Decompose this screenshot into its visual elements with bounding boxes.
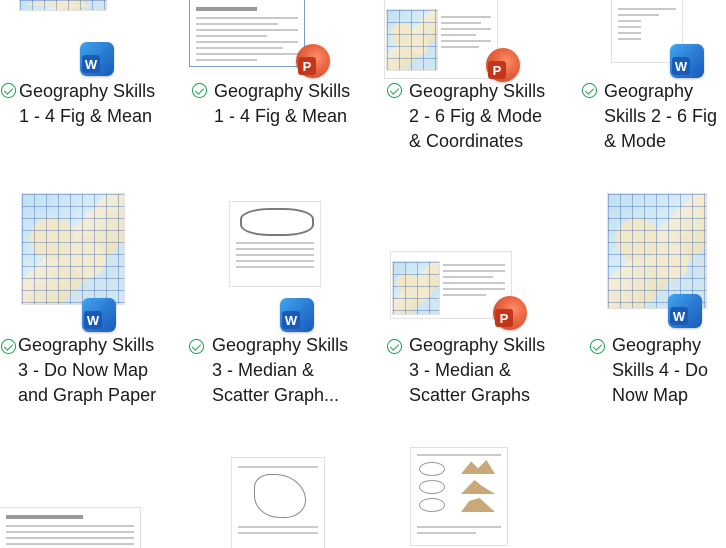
file-thumbnail: [230, 202, 320, 286]
word-icon: W: [80, 42, 114, 76]
file-thumbnail: [22, 194, 124, 304]
check-circle-icon: [1, 339, 16, 354]
file-tile[interactable]: W Geography Skills 4 - Do Now Map: [580, 190, 726, 440]
word-icon: W: [668, 294, 702, 328]
file-tile[interactable]: W Geography Skills 1 - 4 Fig & Mean: [0, 0, 180, 180]
file-tile[interactable]: W Geography Skills 2 - 6 Fig & Mode: [580, 0, 726, 180]
powerpoint-icon: P: [493, 296, 527, 330]
check-circle-icon: [192, 83, 207, 98]
file-thumbnail: [608, 194, 706, 308]
check-circle-icon: [1, 83, 16, 98]
file-tile[interactable]: P Geography Skills 3 - Median & Scatter …: [385, 190, 575, 440]
file-thumbnail: [411, 448, 507, 545]
file-name: Geography Skills 3 - Median & Scatter Gr…: [409, 335, 546, 405]
file-name: Geography Skills 2 - 6 Fig & Mode: [604, 81, 718, 151]
file-tile[interactable]: P Geography Skills 2 - 6 Fig & Mode & Co…: [385, 0, 575, 180]
check-circle-icon: [582, 83, 597, 98]
file-tile[interactable]: P Geography Skills 1 - 4 Fig & Mean: [190, 0, 380, 180]
powerpoint-icon: P: [296, 44, 330, 78]
file-tile[interactable]: [0, 444, 180, 548]
file-name: Geography Skills 1 - 4 Fig & Mean: [214, 81, 351, 126]
file-thumbnail: [0, 508, 140, 548]
file-name: Geography Skills 3 - Do Now Map and Grap…: [18, 335, 157, 405]
file-name: Geography Skills 4 - Do Now Map: [612, 335, 709, 405]
word-icon: W: [670, 44, 704, 78]
word-icon: W: [280, 298, 314, 332]
file-thumbnail: [385, 0, 497, 78]
file-tile[interactable]: W Geography Skills 3 - Do Now Map and Gr…: [0, 190, 180, 440]
file-tile[interactable]: W Geography Skills 3 - Median & Scatter …: [188, 190, 378, 440]
file-name: Geography Skills 3 - Median & Scatter Gr…: [212, 335, 349, 405]
check-circle-icon: [189, 339, 204, 354]
file-tile[interactable]: [385, 444, 575, 545]
word-icon: W: [82, 298, 116, 332]
powerpoint-icon: P: [486, 48, 520, 82]
check-circle-icon: [387, 339, 402, 354]
check-circle-icon: [387, 83, 402, 98]
file-name: Geography Skills 2 - 6 Fig & Mode & Coor…: [409, 81, 546, 151]
check-circle-icon: [590, 339, 605, 354]
file-name: Geography Skills 1 - 4 Fig & Mean: [19, 81, 156, 126]
file-thumbnail: [20, 0, 106, 10]
file-tile[interactable]: [188, 444, 378, 548]
file-thumbnail: [190, 0, 304, 66]
file-thumbnail: [232, 458, 324, 548]
